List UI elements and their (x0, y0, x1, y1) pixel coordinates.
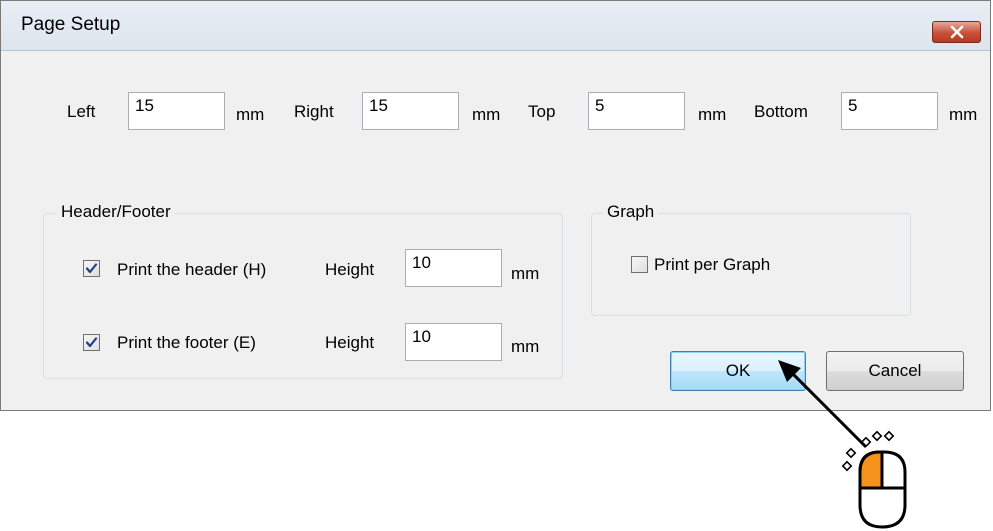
arrow-icon (778, 360, 868, 449)
stage: Page Setup Left 15 mm Right 15 mm Top 5 … (0, 0, 993, 531)
mouse-left-click-icon (841, 430, 907, 529)
annotation-overlay (778, 360, 907, 529)
